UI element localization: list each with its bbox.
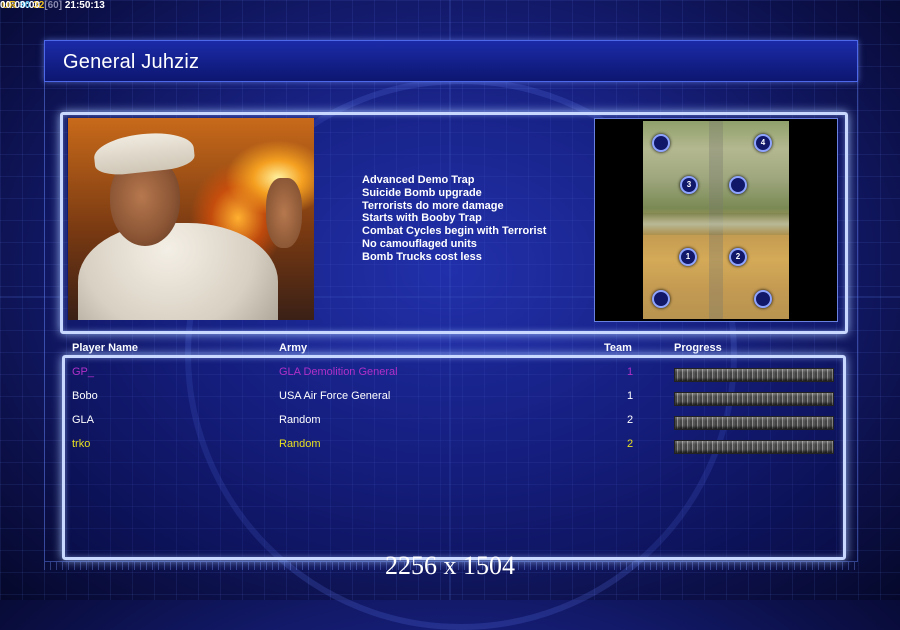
- start-position: [729, 176, 747, 194]
- player-row: trko Random 2: [0, 438, 900, 454]
- start-position: [754, 290, 772, 308]
- minimap: 4 3 1 2: [643, 121, 789, 319]
- resolution-overlay: 2256 x 1504: [385, 551, 515, 580]
- general-traits-list: Advanced Demo Trap Suicide Bomb upgrade …: [362, 174, 546, 264]
- player-army: Random: [279, 414, 321, 426]
- map-preview: 4 3 1 2: [594, 118, 838, 322]
- trait-item: Suicide Bomb upgrade: [362, 186, 482, 199]
- player-name: GLA: [72, 414, 95, 426]
- start-position: [652, 134, 670, 152]
- general-title: General Juhziz: [63, 51, 200, 73]
- trait-item: No camouflaged units: [362, 237, 477, 250]
- title-bar: General Juhziz: [44, 40, 858, 82]
- trait-item: Advanced Demo Trap: [362, 174, 475, 186]
- player-name: Bobo: [72, 390, 98, 402]
- start-position: 3: [680, 176, 698, 194]
- game-timer: 00:00:00: [0, 0, 41, 11]
- start-position: [652, 290, 670, 308]
- player-army: USA Air Force General: [279, 390, 391, 402]
- player-army: Random: [279, 438, 321, 450]
- start-position: 2: [729, 248, 747, 266]
- player-team: 2: [627, 438, 634, 450]
- progress-bar: [674, 392, 834, 406]
- general-portrait: [68, 118, 314, 320]
- player-army: GLA Demolition General: [279, 366, 398, 378]
- player-name: GP_: [72, 366, 95, 378]
- player-name: trko: [72, 438, 91, 450]
- column-header-army: Army: [279, 342, 308, 354]
- start-position: 1: [679, 248, 697, 266]
- progress-bar: [674, 368, 834, 382]
- trait-item: Bomb Trucks cost less: [362, 250, 482, 263]
- trait-item: Terrorists do more damage: [362, 199, 504, 212]
- player-team: 1: [627, 390, 634, 402]
- column-header-team: Team: [604, 342, 632, 354]
- progress-bar: [674, 416, 834, 430]
- player-row: Bobo USA Air Force General 1: [0, 390, 900, 406]
- start-position: 4: [754, 134, 772, 152]
- trait-item: Combat Cycles begin with Terrorist: [362, 225, 547, 238]
- player-team: 2: [627, 414, 634, 426]
- player-row: GP_ GLA Demolition General 1: [0, 366, 900, 382]
- player-row: GLA Random 2: [0, 414, 900, 430]
- player-list-panel: [62, 355, 846, 560]
- player-team: 1: [627, 366, 634, 378]
- progress-bar: [674, 440, 834, 454]
- column-header-progress: Progress: [674, 342, 722, 354]
- trait-item: Starts with Booby Trap: [362, 212, 482, 225]
- column-header-player-name: Player Name: [72, 342, 139, 354]
